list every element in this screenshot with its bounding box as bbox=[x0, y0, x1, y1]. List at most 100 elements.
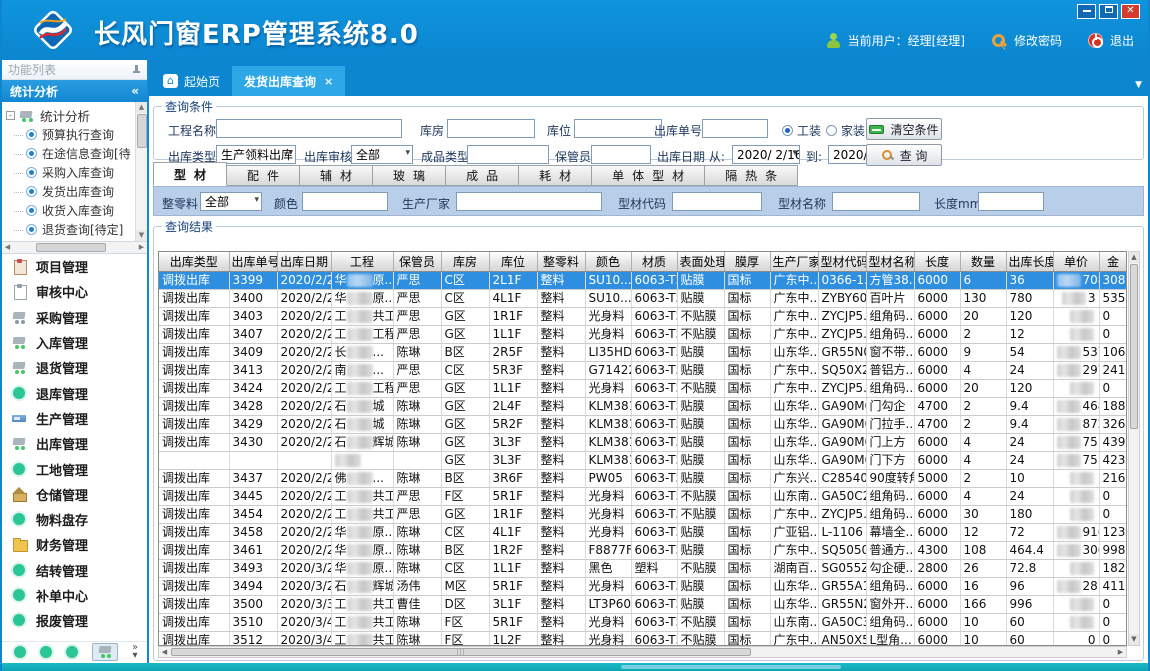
sidebar-menu-item[interactable]: 生产管理 bbox=[2, 406, 147, 431]
cell-price[interactable]: 468 bbox=[1053, 397, 1099, 415]
cell-loc[interactable]: 3L1F bbox=[489, 595, 537, 613]
cell-mfr[interactable]: 广东中... bbox=[770, 379, 818, 397]
cell-wh[interactable]: F区 bbox=[441, 487, 489, 505]
cell-surf[interactable]: 贴膜 bbox=[677, 415, 724, 433]
cell-surf[interactable]: 贴膜 bbox=[677, 433, 724, 451]
cell-mfr[interactable]: 广亚铝... bbox=[770, 523, 818, 541]
cell-type[interactable]: 调拨出库 bbox=[159, 379, 229, 397]
cell-outlen[interactable]: 120 bbox=[1006, 379, 1053, 397]
cell-name[interactable]: 门勾企 bbox=[866, 397, 914, 415]
cell-keeper[interactable]: 严思 bbox=[393, 379, 441, 397]
cell-no[interactable]: 3510 bbox=[229, 613, 277, 631]
cell-qty[interactable]: 10 bbox=[960, 631, 1006, 646]
cell-zl[interactable]: 整料 bbox=[537, 505, 585, 523]
tree-hscroll-thumb[interactable] bbox=[36, 243, 106, 252]
cell-date[interactable]: 2020/2/25 bbox=[277, 289, 331, 307]
cell-mat[interactable]: 6063-T5 bbox=[631, 451, 677, 469]
cell-no[interactable]: 3437 bbox=[229, 469, 277, 487]
cell-film[interactable]: 国标 bbox=[724, 325, 770, 343]
material-tab[interactable]: 单体型材 bbox=[592, 165, 705, 186]
cell-len[interactable]: 6000 bbox=[914, 289, 960, 307]
column-header-loc[interactable]: 库位 bbox=[489, 252, 537, 271]
cell-mat[interactable]: 6063-T5 bbox=[631, 505, 677, 523]
cell-proj[interactable]: 石城 bbox=[331, 397, 393, 415]
scroll-right-icon[interactable]: ▶ bbox=[1115, 647, 1126, 657]
cell-qty[interactable]: 2 bbox=[960, 415, 1006, 433]
cell-zl[interactable]: 整料 bbox=[537, 379, 585, 397]
cell-outlen[interactable]: 120 bbox=[1006, 307, 1053, 325]
cell-proj[interactable]: 华原... bbox=[331, 523, 393, 541]
cell-zl[interactable]: 整料 bbox=[537, 469, 585, 487]
column-header-zl[interactable]: 整零料 bbox=[537, 252, 585, 271]
cell-keeper[interactable]: 严思 bbox=[393, 307, 441, 325]
cell-price[interactable]: 75 bbox=[1053, 451, 1099, 469]
cell-amt[interactable]: 326 bbox=[1099, 415, 1127, 433]
cell-film[interactable]: 国标 bbox=[724, 523, 770, 541]
cell-loc[interactable]: 1L2F bbox=[489, 631, 537, 646]
cell-zl[interactable]: 整料 bbox=[537, 451, 585, 469]
cell-film[interactable]: 国标 bbox=[724, 271, 770, 289]
tree-item[interactable]: 采购入库查询 bbox=[2, 163, 135, 182]
cell-wh[interactable]: G区 bbox=[441, 505, 489, 523]
cell-code[interactable]: GA90M06... bbox=[818, 397, 866, 415]
cell-date[interactable]: 2020/3/3 bbox=[277, 595, 331, 613]
cell-date[interactable]: 2020/2/26 bbox=[277, 361, 331, 379]
tab-shipment-outbound-query[interactable]: 发货出库查询 × bbox=[232, 66, 345, 96]
table-row[interactable]: 调拨出库34942020/3/2石辉城汤伟M区5R1F整料光身料6063-T5贴… bbox=[159, 577, 1127, 595]
cell-type[interactable]: 调拨出库 bbox=[159, 361, 229, 379]
cell-date[interactable]: 2020/3/2 bbox=[277, 577, 331, 595]
cell-price[interactable] bbox=[1053, 469, 1099, 487]
cell-keeper[interactable]: 严思 bbox=[393, 487, 441, 505]
cell-name[interactable]: 组角码... bbox=[866, 613, 914, 631]
cell-film[interactable]: 国标 bbox=[724, 613, 770, 631]
cell-proj[interactable]: 华原... bbox=[331, 541, 393, 559]
color-input[interactable] bbox=[302, 192, 388, 211]
cell-len[interactable]: 2800 bbox=[914, 559, 960, 577]
cell-code[interactable]: GA50C37 bbox=[818, 613, 866, 631]
cell-surf[interactable]: 贴膜 bbox=[677, 469, 724, 487]
cell-mfr[interactable]: 山东华... bbox=[770, 343, 818, 361]
cell-wh[interactable]: F区 bbox=[441, 613, 489, 631]
cell-amt[interactable]: 188 bbox=[1099, 397, 1127, 415]
cell-type[interactable]: 调拨出库 bbox=[159, 505, 229, 523]
cell-loc[interactable]: 3L3F bbox=[489, 433, 537, 451]
cell-len[interactable]: 6000 bbox=[914, 307, 960, 325]
close-button[interactable]: ✕ bbox=[1121, 4, 1140, 19]
scroll-left-icon[interactable]: ◀ bbox=[2, 242, 13, 253]
cell-film[interactable]: 国标 bbox=[724, 469, 770, 487]
column-header-len[interactable]: 长度 bbox=[914, 252, 960, 271]
cell-mfr[interactable]: 广东中... bbox=[770, 505, 818, 523]
cell-zl[interactable]: 整料 bbox=[537, 289, 585, 307]
cell-price[interactable]: 2972 bbox=[1053, 361, 1099, 379]
cell-no[interactable]: 3458 bbox=[229, 523, 277, 541]
cell-name[interactable]: 90度转角 bbox=[866, 469, 914, 487]
column-header-mat[interactable]: 材质 bbox=[631, 252, 677, 271]
cell-name[interactable]: 组角码... bbox=[866, 505, 914, 523]
tree-item[interactable]: 发货出库查询 bbox=[2, 182, 135, 201]
cell-loc[interactable]: 1L1F bbox=[489, 325, 537, 343]
cell-no[interactable]: 3430 bbox=[229, 433, 277, 451]
column-header-code[interactable]: 型材代码 bbox=[818, 252, 866, 271]
cell-outlen[interactable]: 24 bbox=[1006, 487, 1053, 505]
cell-wh[interactable]: C区 bbox=[441, 523, 489, 541]
cell-amt[interactable]: 0 bbox=[1099, 631, 1127, 646]
cell-name[interactable]: 组角码... bbox=[866, 379, 914, 397]
cell-proj[interactable]: 工共工程 bbox=[331, 307, 393, 325]
cell-mfr[interactable]: 山东华... bbox=[770, 433, 818, 451]
cell-color[interactable]: 光身料 bbox=[585, 379, 631, 397]
cell-date[interactable]: 2020/3/4 bbox=[277, 631, 331, 646]
cell-film[interactable]: 国标 bbox=[724, 595, 770, 613]
column-header-name[interactable]: 型材名称 bbox=[866, 252, 914, 271]
cell-surf[interactable]: 贴膜 bbox=[677, 361, 724, 379]
cell-code[interactable]: L-1106 bbox=[818, 523, 866, 541]
cell-surf[interactable]: 不贴膜 bbox=[677, 505, 724, 523]
collapse-node-icon[interactable]: - bbox=[6, 111, 15, 120]
cell-type[interactable]: 调拨出库 bbox=[159, 577, 229, 595]
cell-zl[interactable]: 整料 bbox=[537, 595, 585, 613]
column-header-price[interactable]: 单价 bbox=[1053, 252, 1099, 271]
cell-color[interactable]: SU10... bbox=[585, 289, 631, 307]
cell-no[interactable]: 3429 bbox=[229, 415, 277, 433]
cell-loc[interactable]: 2L1F bbox=[489, 271, 537, 289]
cell-mat[interactable]: 6063-T5 bbox=[631, 379, 677, 397]
cell-price[interactable]: 872 bbox=[1053, 415, 1099, 433]
